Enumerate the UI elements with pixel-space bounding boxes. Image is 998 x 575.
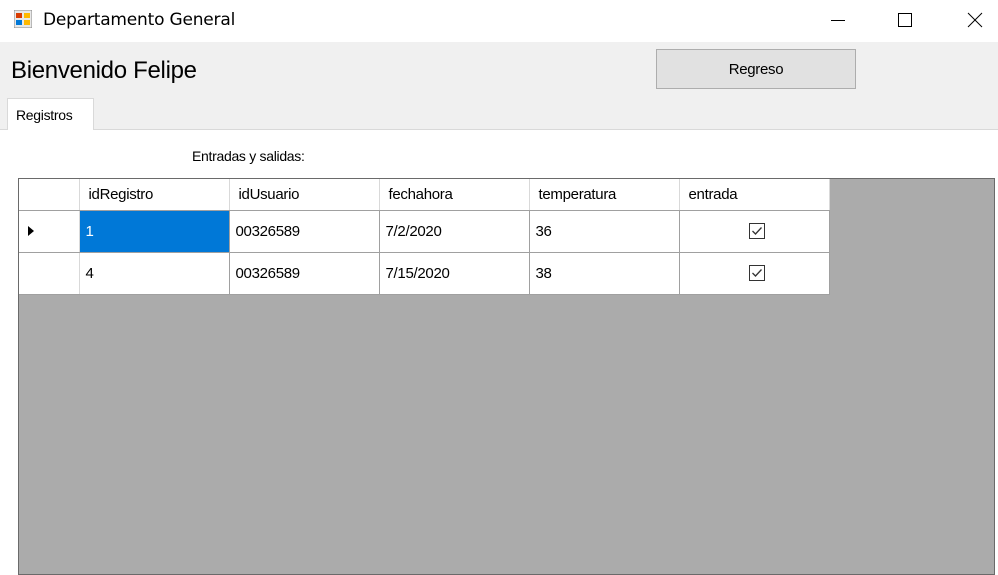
cell-temperatura[interactable]: 38 <box>529 252 680 295</box>
current-row-arrow-icon <box>28 226 34 236</box>
title-bar: Departamento General <box>0 0 998 42</box>
checkbox-checked-icon[interactable] <box>749 223 765 239</box>
table-row[interactable]: 1 00326589 7/2/2020 36 <box>19 210 830 253</box>
cell-temperatura[interactable]: 36 <box>529 210 680 253</box>
cell-entrada[interactable] <box>679 252 830 295</box>
grid-corner-cell[interactable] <box>19 179 80 211</box>
row-header-current[interactable] <box>19 210 80 253</box>
welcome-label: Bienvenido Felipe <box>11 57 197 84</box>
row-header[interactable] <box>19 252 80 295</box>
tab-registros[interactable]: Registros <box>7 98 94 130</box>
column-header-temperatura[interactable]: temperatura <box>529 179 680 211</box>
maximize-button[interactable] <box>878 0 932 42</box>
cell-idusuario[interactable]: 00326589 <box>229 252 380 295</box>
cell-entrada[interactable] <box>679 210 830 253</box>
cell-idusuario[interactable]: 00326589 <box>229 210 380 253</box>
column-header-idusuario[interactable]: idUsuario <box>229 179 380 211</box>
window-title: Departamento General <box>43 10 236 30</box>
close-button[interactable] <box>948 0 998 42</box>
minimize-button[interactable] <box>811 0 865 42</box>
entries-exits-label: Entradas y salidas: <box>192 148 305 164</box>
app-icon <box>14 10 32 28</box>
close-icon <box>967 12 983 28</box>
table-row[interactable]: 4 00326589 7/15/2020 38 <box>19 252 830 295</box>
header-row: idRegistro idUsuario fechahora temperatu… <box>19 179 830 211</box>
cell-fechahora[interactable]: 7/2/2020 <box>379 210 530 253</box>
checkbox-checked-icon[interactable] <box>749 265 765 281</box>
cell-idregistro[interactable]: 1 <box>79 210 230 253</box>
column-header-idregistro[interactable]: idRegistro <box>79 179 230 211</box>
cell-fechahora[interactable]: 7/15/2020 <box>379 252 530 295</box>
records-grid[interactable]: idRegistro idUsuario fechahora temperatu… <box>18 178 995 575</box>
column-header-fechahora[interactable]: fechahora <box>379 179 530 211</box>
cell-idregistro[interactable]: 4 <box>79 252 230 295</box>
maximize-icon <box>898 13 912 27</box>
minimize-icon <box>831 20 845 21</box>
records-table: idRegistro idUsuario fechahora temperatu… <box>19 179 830 295</box>
column-header-entrada[interactable]: entrada <box>679 179 830 211</box>
back-button[interactable]: Regreso <box>656 49 856 89</box>
